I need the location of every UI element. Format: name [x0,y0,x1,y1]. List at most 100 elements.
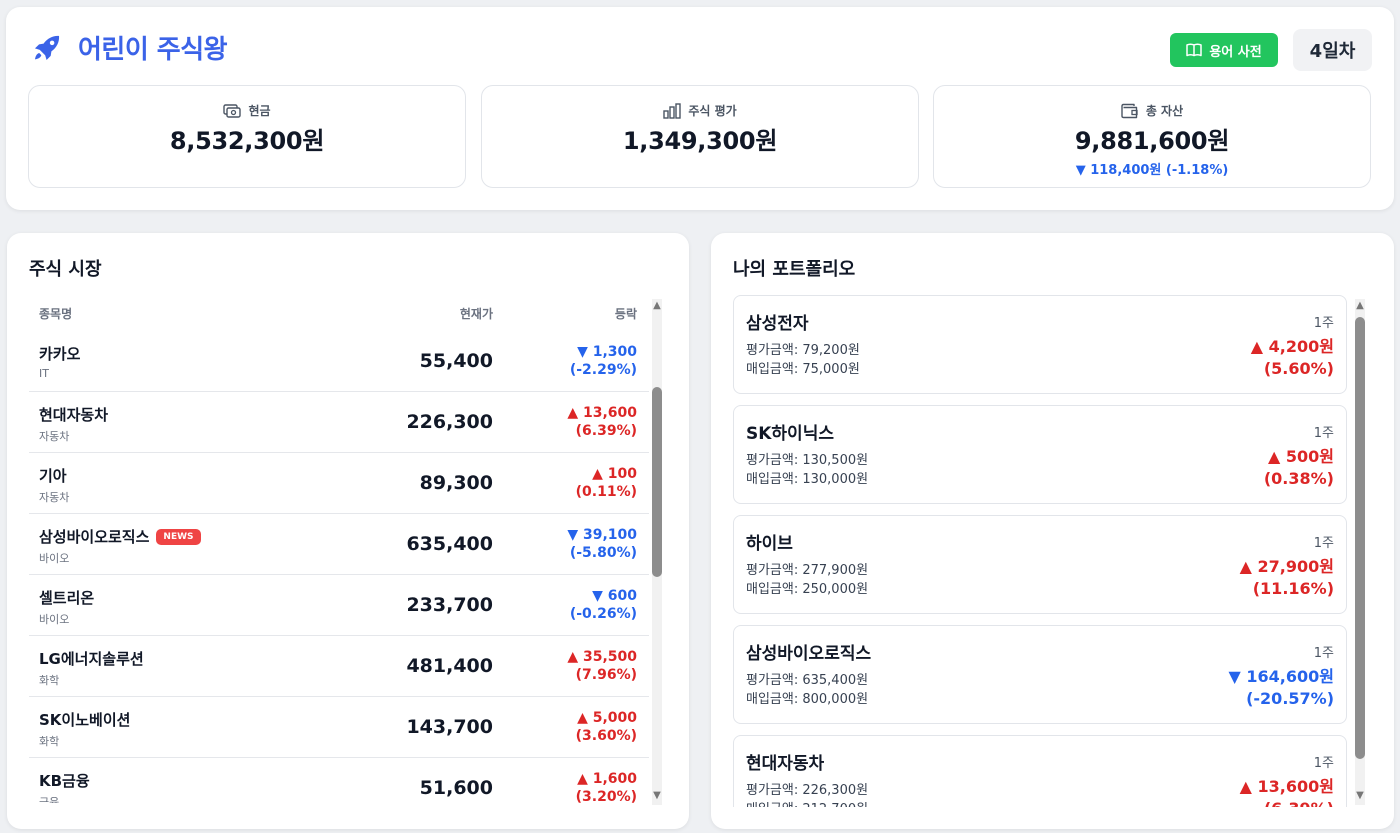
market-stock-list[interactable]: 카카오 IT 55,400 ▼ 1,300 (-2.29%) 현대자동차 자동차 226,30… [29,331,649,803]
stock-change-percent: (-0.26%) [569,606,637,622]
holding-change-percent: (11.16%) [1252,579,1334,598]
portfolio-item[interactable]: 하이브 1주 평가금액: 277,900원 매입금액: 250,000원 ▲ 27,90… [733,515,1347,614]
column-price: 현재가 [459,307,493,321]
stock-change-amount: ▲ 5,000 [577,710,637,726]
holding-name: SK하이닉스 [746,424,834,444]
column-name: 종목명 [39,307,73,321]
holding-change-amount: ▼ 164,600원 [1228,667,1334,686]
holding-quantity: 1주 [1313,316,1334,331]
cash-value: 8,532,300원 [169,127,325,155]
holding-change: ▼ 164,600원 (-20.57%) [1229,666,1334,710]
stock-row[interactable]: 현대자동차 자동차 226,300 ▲ 13,600 (6.39%) [29,392,649,453]
stock-change-amount: ▲ 13,600 [567,405,637,421]
header-card: 어린이 주식왕 용어 사전 4일차 현금 8,532,300원 주식 평가 1,… [6,7,1394,210]
column-change: 등락 [614,307,637,321]
bar-chart-icon [663,102,682,119]
market-scroll-thumb[interactable] [652,387,662,577]
stock-row[interactable]: 셀트리온 바이오 233,700 ▼ 600 (-0.26%) [29,575,649,636]
stock-name: KB금융 [39,770,90,791]
stock-name: 삼성바이오로직스 NEWS [39,526,201,547]
stock-change-amount: ▲ 1,600 [577,771,637,787]
stock-change: ▲ 13,600 (6.39%) [567,404,637,440]
stock-row[interactable]: 기아 자동차 89,300 ▲ 100 (0.11%) [29,453,649,514]
holding-buy-amount: 매입금액: 800,000원 [746,692,869,707]
stock-name-text: 셀트리온 [39,589,95,607]
portfolio-item[interactable]: 삼성바이오로직스 1주 평가금액: 635,400원 매입금액: 800,000원 ▼ … [733,625,1347,724]
stock-eval-stat-card: 주식 평가 1,349,300원 [481,85,919,188]
market-title: 주식 시장 [29,259,102,280]
portfolio-item[interactable]: SK하이닉스 1주 평가금액: 130,500원 매입금액: 130,000원 ▲ 50… [733,405,1347,504]
stock-name: SK이노베이션 [39,709,130,730]
holding-change-percent: (-20.57%) [1246,689,1334,708]
day-counter: 4일차 [1293,29,1372,71]
stock-name-text: LG에너지솔루션 [39,650,144,668]
market-scrollbar[interactable]: ▲ ▼ [650,299,664,805]
stock-change-percent: (3.20%) [575,789,637,803]
holding-change: ▲ 27,900원 (11.16%) [1240,556,1334,600]
stock-name-text: SK이노베이션 [39,711,131,729]
dictionary-button[interactable]: 용어 사전 [1170,33,1278,67]
stock-sector: IT [39,367,49,380]
portfolio-scroll-thumb[interactable] [1355,317,1365,759]
portfolio-scrollbar[interactable]: ▲ ▼ [1353,299,1367,805]
stock-name-text: 현대자동차 [39,406,109,424]
stock-price: 51,600 [419,777,493,799]
stock-row[interactable]: LG에너지솔루션 화학 481,400 ▲ 35,500 (7.96%) [29,636,649,697]
stock-change: ▲ 35,500 (7.96%) [567,648,637,684]
stock-row[interactable]: KB금융 금융 51,600 ▲ 1,600 (3.20%) [29,758,649,803]
holding-change: ▲ 13,600원 (6.39%) [1240,776,1334,807]
holding-eval-amount: 평가금액: 79,200원 [746,343,860,358]
stock-change-amount: ▼ 39,100 [567,527,637,543]
holding-quantity: 1주 [1313,426,1334,441]
stock-sector: 바이오 [39,613,70,626]
market-table-header: 종목명 현재가 등락 [29,305,649,327]
holding-name: 삼성전자 [746,314,809,334]
app-title: 어린이 주식왕 [78,35,228,65]
stock-change: ▼ 600 (-0.26%) [570,587,637,623]
holding-name: 삼성바이오로직스 [746,644,872,664]
scroll-up-arrow-icon[interactable]: ▲ [1354,301,1366,311]
stock-change-amount: ▲ 35,500 [567,649,637,665]
stock-change: ▲ 100 (0.11%) [576,465,637,501]
scroll-down-arrow-icon[interactable]: ▼ [651,791,663,801]
money-icon [223,103,242,118]
stock-change-percent: (-2.29%) [569,362,637,378]
portfolio-list[interactable]: 삼성전자 1주 평가금액: 79,200원 매입금액: 75,000원 ▲ 4,200원… [733,295,1347,807]
stock-row[interactable]: 카카오 IT 55,400 ▼ 1,300 (-2.29%) [29,331,649,392]
stock-change-percent: (0.11%) [575,484,637,500]
portfolio-item[interactable]: 삼성전자 1주 평가금액: 79,200원 매입금액: 75,000원 ▲ 4,200원… [733,295,1347,394]
stock-name-text: 기아 [39,467,67,485]
holding-change-percent: (6.39%) [1240,798,1334,807]
portfolio-item[interactable]: 현대자동차 1주평가금액: 226,300원매입금액: 212,700원 ▲ 13,… [733,735,1347,807]
stock-sector: 화학 [39,674,60,687]
total-assets-change: ▼ 118,400원 (-1.18%) [1075,163,1229,178]
stock-change-amount: ▲ 100 [592,466,637,482]
holding-eval-amount: 평가금액: 226,300원 [746,783,869,798]
stock-change: ▼ 1,300 (-2.29%) [570,343,637,379]
stock-change: ▲ 1,600 (3.20%) [576,770,637,803]
stock-name: 카카오 [39,343,80,364]
book-icon [1186,43,1203,57]
stock-change-amount: ▼ 600 [592,588,637,604]
scroll-down-arrow-icon[interactable]: ▼ [1354,791,1366,801]
stock-sector: 자동차 [39,491,70,504]
stock-change-percent: (6.39%) [575,423,637,439]
stock-row[interactable]: 삼성바이오로직스 NEWS 바이오 635,400 ▼ 39,100 (-5.80%) [29,514,649,575]
portfolio-title: 나의 포트폴리오 [733,259,856,280]
stock-name-text: 삼성바이오로직스 [39,528,150,546]
scroll-up-arrow-icon[interactable]: ▲ [651,301,663,311]
stock-sector: 자동차 [39,430,70,443]
holding-change-percent: (5.60%) [1263,359,1334,378]
holding-quantity: 1주 [1313,536,1334,551]
holding-buy-amount: 매입금액: 75,000원 [746,362,860,377]
stock-eval-value: 1,349,300원 [622,127,778,155]
total-assets-stat-card: 총 자산 9,881,600원 ▼ 118,400원 (-1.18%) [933,85,1371,188]
stock-change: ▲ 5,000 (3.60%) [576,709,637,745]
stock-eval-label: 주식 평가 [688,104,737,118]
stock-change-percent: (-5.80%) [569,545,637,561]
news-badge[interactable]: NEWS [156,528,201,545]
cash-label: 현금 [248,104,271,118]
holding-change-amount: ▲ 27,900원 [1239,557,1334,576]
stock-row[interactable]: SK이노베이션 화학 143,700 ▲ 5,000 (3.60%) [29,697,649,758]
dictionary-button-label: 용어 사전 [1209,44,1262,60]
